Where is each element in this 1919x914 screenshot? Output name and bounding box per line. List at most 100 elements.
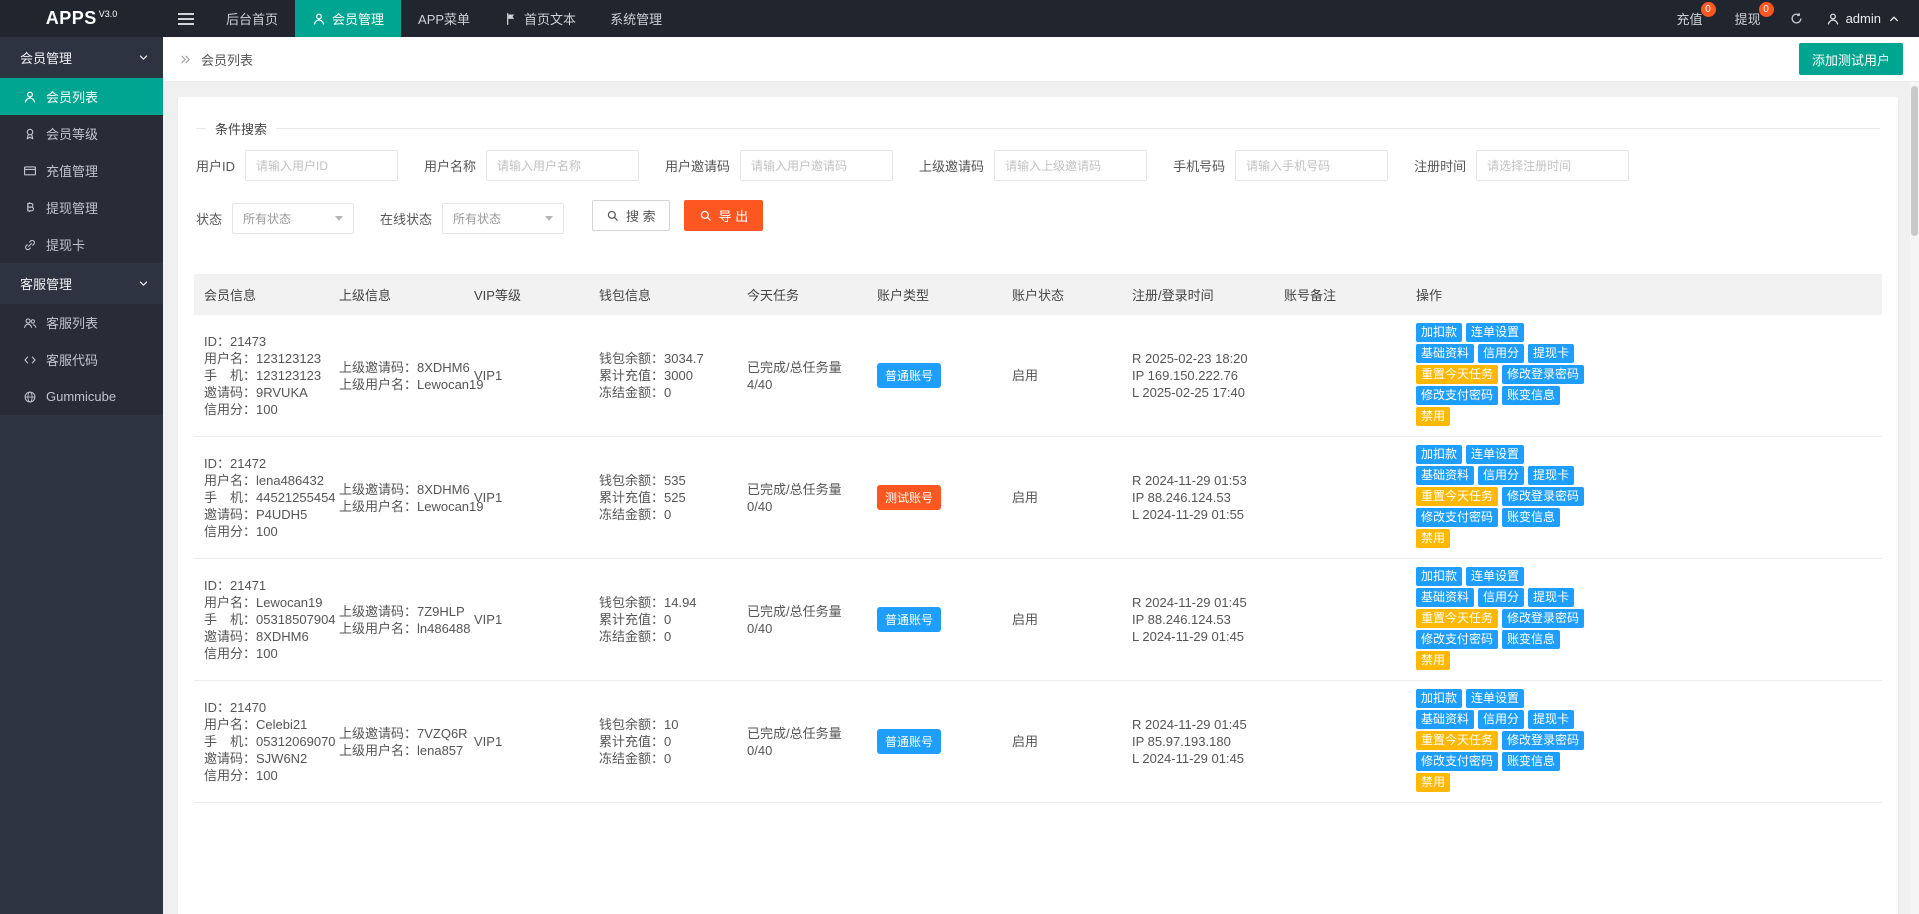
action-balance-log-button[interactable]: 账变信息 — [1502, 508, 1560, 527]
search-button[interactable]: 搜 索 — [592, 200, 670, 231]
action-change-login-pwd-button[interactable]: 修改登录密码 — [1502, 365, 1584, 384]
select-status-value: 所有状态 — [243, 210, 291, 227]
action-combo-setting-button[interactable]: 连单设置 — [1466, 445, 1524, 464]
col-member-info: 会员信息 — [194, 274, 329, 315]
table-header: 会员信息上级信息VIP等级钱包信息今天任务账户类型账户状态注册/登录时间账号备注… — [194, 274, 1882, 315]
action-change-login-pwd-button[interactable]: 修改登录密码 — [1502, 731, 1584, 750]
add-test-user-button[interactable]: 添加测试用户 — [1799, 43, 1903, 75]
refresh-icon[interactable] — [1777, 0, 1816, 37]
field-user-id-input[interactable] — [245, 150, 398, 181]
card-icon — [23, 164, 37, 178]
select-status-dropdown[interactable]: 所有状态 — [232, 203, 354, 234]
top-nav: 后台首页会员管理APP菜单首页文本系统管理 — [209, 0, 679, 37]
action-add-deduct-button[interactable]: 加扣款 — [1416, 689, 1462, 708]
action-withdraw-card-button[interactable]: 提现卡 — [1528, 466, 1574, 485]
action-change-login-pwd-button[interactable]: 修改登录密码 — [1502, 609, 1584, 628]
action-add-deduct-button[interactable]: 加扣款 — [1416, 567, 1462, 586]
action-combo-setting-button[interactable]: 连单设置 — [1466, 323, 1524, 342]
hamburger-menu-icon[interactable] — [163, 0, 209, 37]
action-withdraw-card-button[interactable]: 提现卡 — [1528, 344, 1574, 363]
action-basic-info-button[interactable]: 基础资料 — [1416, 344, 1474, 363]
chevron-down-icon — [335, 216, 343, 221]
action-withdraw-card-button[interactable]: 提现卡 — [1528, 588, 1574, 607]
action-credit-score-button[interactable]: 信用分 — [1478, 588, 1524, 607]
action-credit-score-button[interactable]: 信用分 — [1478, 710, 1524, 729]
nav-system-mgmt[interactable]: 系统管理 — [593, 0, 679, 37]
reg-login-time-cell: R 2024-11-29 01:53IP 88.246.124.53L 2024… — [1122, 472, 1274, 523]
select-online-status-dropdown[interactable]: 所有状态 — [442, 203, 564, 234]
field-user-invite-code-input[interactable] — [740, 150, 893, 181]
nav-app-menu[interactable]: APP菜单 — [401, 0, 487, 37]
nav-member-mgmt[interactable]: 会员管理 — [295, 0, 401, 37]
nav-dashboard[interactable]: 后台首页 — [209, 0, 295, 37]
search-panel: 条件搜索 用户ID用户名称用户邀请码上级邀请码手机号码注册时间 状态所有状态在线… — [196, 119, 1880, 254]
withdraw-link[interactable]: 提现 0 — [1719, 0, 1777, 37]
upper-info-cell: 上级邀请码：7Z9HLP上级用户名：ln486488 — [329, 603, 464, 637]
action-change-pay-pwd-button[interactable]: 修改支付密码 — [1416, 630, 1498, 649]
action-reset-today-task-button[interactable]: 重置今天任务 — [1416, 487, 1498, 506]
sidebar-item-withdraw-card-label: 提现卡 — [46, 235, 85, 254]
action-basic-info-button[interactable]: 基础资料 — [1416, 588, 1474, 607]
sidebar-group-member-mgmt-group[interactable]: 会员管理 — [0, 37, 163, 78]
field-user-invite-code-label: 用户邀请码 — [665, 156, 730, 175]
action-combo-setting-button[interactable]: 连单设置 — [1466, 689, 1524, 708]
action-balance-log-button[interactable]: 账变信息 — [1502, 752, 1560, 771]
sidebar-item-member-list[interactable]: 会员列表 — [0, 78, 163, 115]
action-credit-score-button[interactable]: 信用分 — [1478, 344, 1524, 363]
sidebar-item-service-list[interactable]: 客服列表 — [0, 304, 163, 341]
vertical-scrollbar[interactable] — [1910, 82, 1919, 914]
sidebar-group-service-mgmt-group[interactable]: 客服管理 — [0, 263, 163, 304]
admin-menu[interactable]: admin — [1816, 0, 1919, 37]
sidebar-item-withdraw-mgmt[interactable]: 提现管理 — [0, 189, 163, 226]
field-reg-time-input[interactable] — [1476, 150, 1629, 181]
action-disable-button[interactable]: 禁用 — [1416, 651, 1450, 670]
action-change-pay-pwd-button[interactable]: 修改支付密码 — [1416, 386, 1498, 405]
table-row: ID：21472用户名：lena486432手 机：44521255454邀请码… — [194, 437, 1882, 559]
app-logo-version: V3.0 — [99, 9, 118, 19]
action-change-pay-pwd-button[interactable]: 修改支付密码 — [1416, 752, 1498, 771]
action-disable-button[interactable]: 禁用 — [1416, 773, 1450, 792]
action-disable-button[interactable]: 禁用 — [1416, 529, 1450, 548]
sidebar-item-recharge-mgmt[interactable]: 充值管理 — [0, 152, 163, 189]
user-icon — [23, 90, 37, 104]
recharge-link[interactable]: 充值 0 — [1661, 0, 1719, 37]
action-credit-score-button[interactable]: 信用分 — [1478, 466, 1524, 485]
action-combo-setting-button[interactable]: 连单设置 — [1466, 567, 1524, 586]
action-balance-log-button[interactable]: 账变信息 — [1502, 386, 1560, 405]
field-user-id-label: 用户ID — [196, 156, 235, 175]
sidebar-item-member-level[interactable]: 会员等级 — [0, 115, 163, 152]
sidebar-item-service-code[interactable]: 客服代码 — [0, 341, 163, 378]
sidebar-item-member-list-label: 会员列表 — [46, 87, 98, 106]
scrollbar-thumb[interactable] — [1911, 86, 1918, 236]
sidebar-item-gummicube[interactable]: Gummicube — [0, 378, 163, 415]
field-user-name-input[interactable] — [486, 150, 639, 181]
action-change-pay-pwd-button[interactable]: 修改支付密码 — [1416, 508, 1498, 527]
action-change-login-pwd-button[interactable]: 修改登录密码 — [1502, 487, 1584, 506]
action-disable-button[interactable]: 禁用 — [1416, 407, 1450, 426]
action-reset-today-task-button[interactable]: 重置今天任务 — [1416, 365, 1498, 384]
nav-home-text[interactable]: 首页文本 — [487, 0, 593, 37]
breadcrumb-bar: 会员列表 添加测试用户 — [163, 37, 1919, 82]
action-basic-info-button[interactable]: 基础资料 — [1416, 710, 1474, 729]
sidebar-item-service-list-label: 客服列表 — [46, 313, 98, 332]
upper-info-cell: 上级邀请码：8XDHM6上级用户名：Lewocan19 — [329, 481, 464, 515]
users-icon — [23, 316, 37, 330]
action-reset-today-task-button[interactable]: 重置今天任务 — [1416, 731, 1498, 750]
export-button[interactable]: 导 出 — [684, 200, 764, 231]
action-add-deduct-button[interactable]: 加扣款 — [1416, 445, 1462, 464]
sidebar-item-withdraw-card[interactable]: 提现卡 — [0, 226, 163, 263]
action-balance-log-button[interactable]: 账变信息 — [1502, 630, 1560, 649]
sidebar: 会员管理会员列表会员等级充值管理提现管理提现卡客服管理客服列表客服代码Gummi… — [0, 37, 163, 914]
field-user-name-label: 用户名称 — [424, 156, 476, 175]
action-basic-info-button[interactable]: 基础资料 — [1416, 466, 1474, 485]
action-withdraw-card-button[interactable]: 提现卡 — [1528, 710, 1574, 729]
action-add-deduct-button[interactable]: 加扣款 — [1416, 323, 1462, 342]
vip-level-cell: VIP1 — [464, 733, 589, 750]
vip-level-cell: VIP1 — [464, 611, 589, 628]
action-reset-today-task-button[interactable]: 重置今天任务 — [1416, 609, 1498, 628]
field-parent-invite-code-input[interactable] — [994, 150, 1147, 181]
col-wallet-info: 钱包信息 — [589, 274, 737, 315]
member-mgmt-group-label: 会员管理 — [20, 48, 137, 67]
search-fields-row: 用户ID用户名称用户邀请码上级邀请码手机号码注册时间 — [196, 140, 1880, 185]
field-phone-input[interactable] — [1235, 150, 1388, 181]
